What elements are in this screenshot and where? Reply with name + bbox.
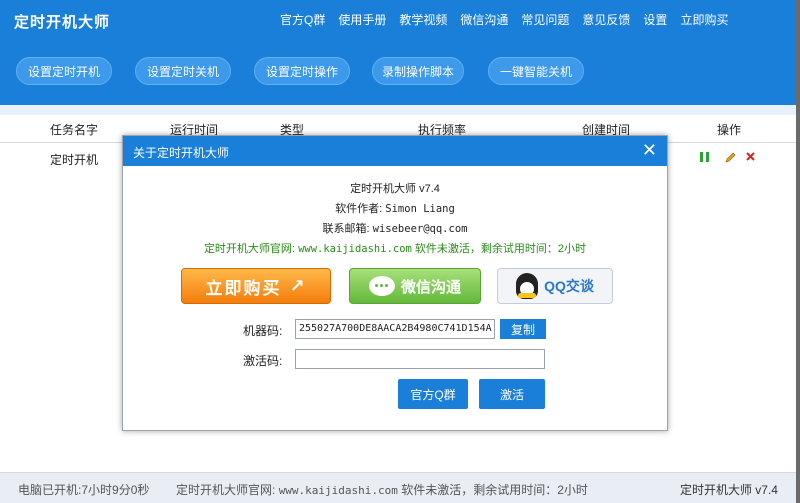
author-line: 软件作者: Simon Liang xyxy=(123,200,667,216)
qq-chat-button[interactable]: QQ交谈 xyxy=(497,268,613,304)
activate-button[interactable]: 激活 xyxy=(479,379,545,409)
menu-settings[interactable]: 设置 xyxy=(643,11,667,28)
set-shutdown-button[interactable]: 设置定时关机 xyxy=(135,57,231,85)
about-dialog: 关于定时开机大师 ✕ 定时开机大师 v7.4 软件作者: Simon Liang… xyxy=(122,135,668,431)
boot-time: 7小时9分0秒 xyxy=(81,483,150,497)
qq-penguin-icon xyxy=(516,273,539,299)
smart-shutdown-button[interactable]: 一键智能关机 xyxy=(488,57,584,85)
title-bar: 定时开机大师 官方Q群 使用手册 教学视频 微信沟通 常见问题 意见反馈 设置 … xyxy=(0,0,796,40)
author-label: 软件作者: xyxy=(335,203,383,215)
boot-label: 电脑已开机: xyxy=(18,483,82,497)
toolbar: 设置定时开机 设置定时关机 设置定时操作 录制操作脚本 一键智能关机 xyxy=(0,40,796,105)
dialog-title: 关于定时开机大师 xyxy=(133,146,230,160)
machine-code-field[interactable]: 255027A700DE8AACA2B4980C741D154A xyxy=(295,319,495,339)
edit-pencil-icon[interactable] xyxy=(724,151,737,167)
menu-videos[interactable]: 教学视频 xyxy=(399,11,447,28)
qq-group-button[interactable]: 官方Q群 xyxy=(398,379,468,409)
machine-code-label: 机器码: xyxy=(243,324,283,338)
menu-manual[interactable]: 使用手册 xyxy=(338,11,386,28)
status-bar: 电脑已开机:7小时9分0秒 定时开机大师官网: www.kaijidashi.c… xyxy=(0,472,796,503)
activation-code-label: 激活码: xyxy=(243,354,283,368)
version-line: 定时开机大师 v7.4 xyxy=(123,180,667,196)
arrow-icon: ↗ xyxy=(289,275,307,296)
site-label: 定时开机大师官网: xyxy=(203,243,295,255)
email-line: 联系邮箱: wisebeer@qq.com xyxy=(123,220,667,236)
qq-label: QQ交谈 xyxy=(544,278,594,294)
delete-x-icon[interactable] xyxy=(745,151,756,165)
desktop-edge xyxy=(796,0,800,503)
dialog-title-bar: 关于定时开机大师 ✕ xyxy=(123,136,667,166)
status-version: 定时开机大师 v7.4 xyxy=(679,483,778,497)
email-label: 联系邮箱: xyxy=(322,223,370,235)
email-value[interactable]: wisebeer@qq.com xyxy=(373,223,468,235)
close-icon[interactable]: ✕ xyxy=(642,140,657,160)
set-operation-button[interactable]: 设置定时操作 xyxy=(254,57,350,85)
site-link[interactable]: www.kaijidashi.com xyxy=(298,243,412,255)
top-menu: 官方Q群 使用手册 教学视频 微信沟通 常见问题 意见反馈 设置 立即购买 xyxy=(280,11,741,28)
buy-now-button[interactable]: 立即购买 ↗ xyxy=(181,268,331,304)
buy-label: 立即购买 xyxy=(205,278,282,298)
activation-code-input[interactable] xyxy=(295,349,545,369)
app-title: 定时开机大师 xyxy=(14,14,111,31)
set-boot-button[interactable]: 设置定时开机 xyxy=(16,57,112,85)
wechat-icon xyxy=(368,276,395,296)
menu-buy[interactable]: 立即购买 xyxy=(680,11,728,28)
site-status: 定时开机大师官网: www.kaijidashi.com 软件未激活，剩余试用时… xyxy=(176,481,588,498)
status-site-label: 定时开机大师官网: xyxy=(176,483,276,497)
record-script-button[interactable]: 录制操作脚本 xyxy=(372,57,464,85)
version-text: 定时开机大师 v7.4 xyxy=(350,183,440,195)
status-trial-text: 软件未激活，剩余试用时间：2小时 xyxy=(401,483,588,497)
status-site-link[interactable]: www.kaijidashi.com xyxy=(279,484,398,497)
toolbar-separator xyxy=(0,105,796,115)
menu-wechat[interactable]: 微信沟通 xyxy=(460,11,508,28)
author-value: Simon Liang xyxy=(385,203,455,215)
task-name-cell: 定时开机 xyxy=(50,153,99,167)
col-task-name: 任务名字 xyxy=(50,123,99,137)
wechat-label: 微信沟通 xyxy=(400,278,461,296)
site-line: 定时开机大师官网: www.kaijidashi.com 软件未激活，剩余试用时… xyxy=(123,240,667,256)
copy-button[interactable]: 复制 xyxy=(500,319,546,339)
menu-faq[interactable]: 常见问题 xyxy=(521,11,569,28)
menu-qq-group[interactable]: 官方Q群 xyxy=(280,11,325,28)
col-actions: 操作 xyxy=(717,123,742,137)
wechat-button[interactable]: 微信沟通 xyxy=(349,268,481,304)
trial-text: 软件未激活，剩余试用时间：2小时 xyxy=(414,243,587,255)
menu-feedback[interactable]: 意见反馈 xyxy=(582,11,630,28)
pause-icon[interactable] xyxy=(699,151,711,166)
boot-status: 电脑已开机:7小时9分0秒 xyxy=(18,481,149,498)
